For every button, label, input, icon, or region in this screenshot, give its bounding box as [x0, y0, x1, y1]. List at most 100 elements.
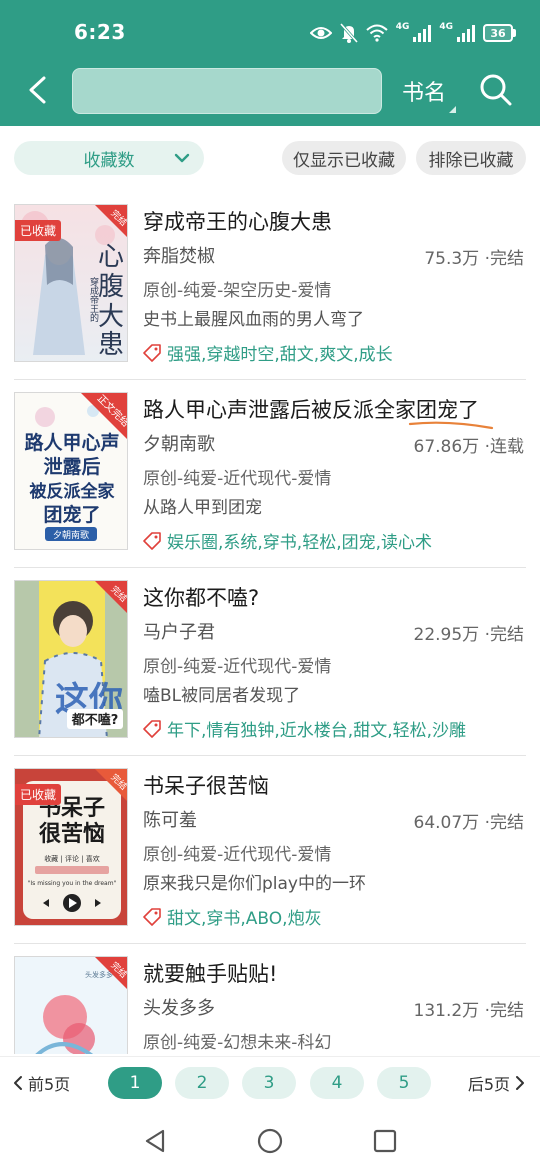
status-bar: 6:23 4G 4G 36 — [0, 0, 540, 64]
book-cover[interactable]: 心 腹 大 患 穿成帝王的 完结 已收藏 — [14, 204, 128, 362]
wifi-icon — [366, 24, 388, 42]
book-status: ·连载 — [484, 437, 524, 457]
word-count: 22.95万 — [413, 625, 480, 645]
only-collected-chip[interactable]: 仅显示已收藏 — [282, 141, 406, 175]
chevron-down-icon — [174, 153, 190, 163]
book-tags: 甜文,穿书,ABO,炮灰 — [143, 904, 322, 929]
signal-icon-2 — [457, 24, 475, 42]
nav-home-button[interactable] — [255, 1126, 285, 1156]
book-title[interactable]: 这你都不嗑? — [143, 582, 259, 612]
book-item[interactable]: 书呆子 很苦恼 收藏 | 评论 | 喜欢 "Is missing you in … — [0, 756, 540, 944]
book-item[interactable]: 路人甲心声 泄露后 被反派全家 团宠了 夕朝南歌 正文完结 路人甲心声泄露后被反… — [0, 380, 540, 568]
battery-level: 36 — [483, 24, 513, 42]
book-tags: 强强,穿越时空,甜文,爽文,成长 — [143, 340, 393, 365]
chevron-right-icon — [516, 1076, 524, 1090]
page-4-button[interactable]: 4 — [310, 1067, 364, 1099]
book-tags-text: 甜文,穿书,ABO,炮灰 — [167, 909, 322, 929]
search-input[interactable] — [73, 69, 381, 113]
book-category: 原创-纯爱-近代现代-爱情 — [143, 657, 332, 677]
page-1-button[interactable]: 1 — [108, 1067, 162, 1099]
book-cover[interactable]: 头发多多 著 完结 — [14, 956, 128, 1054]
page-2-button[interactable]: 2 — [175, 1067, 229, 1099]
status-time: 6:23 — [74, 20, 126, 44]
book-category: 原创-纯爱-幻想未来-科幻 — [143, 1033, 332, 1053]
page-5-button[interactable]: 5 — [377, 1067, 431, 1099]
search-mode-label: 书名 — [402, 81, 447, 106]
svg-text:都不嗑?: 都不嗑? — [71, 712, 119, 728]
tag-icon — [143, 531, 161, 550]
search-icon — [480, 74, 512, 106]
search-button[interactable] — [478, 72, 514, 108]
eye-icon — [309, 25, 332, 41]
signal-icon — [413, 24, 432, 42]
next-5-pages-button[interactable]: 后5页 — [468, 1071, 526, 1095]
svg-text:收藏 | 评论 | 喜欢: 收藏 | 评论 | 喜欢 — [44, 854, 100, 863]
square-recents-icon — [373, 1129, 397, 1153]
book-cover[interactable]: 书呆子 很苦恼 收藏 | 评论 | 喜欢 "Is missing you in … — [14, 768, 128, 926]
svg-text:很苦恼: 很苦恼 — [39, 821, 105, 847]
book-title[interactable]: 书呆子很苦恼 — [143, 770, 269, 800]
svg-text:腹: 腹 — [98, 272, 124, 302]
chevron-left-icon — [14, 1076, 22, 1090]
svg-text:心: 心 — [98, 242, 124, 272]
book-author[interactable]: 陈可羞 — [143, 806, 197, 832]
book-stats: 64.07万 ·完结 — [414, 808, 524, 833]
book-tags: 年下,情有独钟,近水楼台,甜文,轻松,沙雕 — [143, 716, 466, 741]
word-count: 67.86万 — [413, 437, 480, 457]
tag-icon — [143, 907, 161, 926]
search-mode-select[interactable]: 书名 — [402, 74, 446, 108]
svg-text:患: 患 — [98, 330, 124, 360]
book-status: ·完结 — [484, 813, 524, 833]
triangle-back-icon — [145, 1129, 165, 1153]
book-stats: 75.3万 ·完结 — [424, 244, 524, 269]
book-author[interactable]: 夕朝南歌 — [143, 430, 215, 456]
book-item[interactable]: 这你 都不嗑? 完结 这你都不嗑? 马户子君 22.95万 ·完结 原创-纯爱-… — [0, 568, 540, 756]
network-type-1: 4G — [395, 22, 410, 32]
word-count: 64.07万 — [413, 813, 480, 833]
nav-recents-button[interactable] — [370, 1126, 400, 1156]
book-status: ·完结 — [484, 249, 524, 269]
network-type-2: 4G — [439, 22, 453, 32]
svg-text:"Is missing you in the dream": "Is missing you in the dream" — [28, 880, 117, 887]
book-title[interactable]: 穿成帝王的心腹大患 — [143, 206, 332, 236]
sort-dropdown[interactable]: 收藏数 — [14, 141, 204, 175]
mute-icon — [339, 23, 358, 43]
app-header: 6:23 4G 4G 36 书名 — [0, 0, 540, 126]
prev-5-pages-label: 前5页 — [28, 1075, 71, 1094]
book-stats: 67.86万 ·连载 — [414, 432, 524, 457]
word-count: 131.2万 — [413, 1001, 480, 1021]
exclude-collected-chip[interactable]: 排除已收藏 — [416, 141, 526, 175]
book-author[interactable]: 头发多多 — [143, 994, 215, 1020]
search-field[interactable] — [72, 68, 382, 114]
nav-back-button[interactable] — [140, 1126, 170, 1156]
book-author[interactable]: 奔脂焚椒 — [143, 242, 215, 268]
dropdown-corner-icon — [449, 106, 456, 113]
prev-5-pages-button[interactable]: 前5页 — [12, 1071, 70, 1095]
page-3-button[interactable]: 3 — [242, 1067, 296, 1099]
book-desc: 从路人甲到团宠 — [143, 498, 262, 518]
book-status: ·完结 — [484, 625, 524, 645]
book-status: ·完结 — [484, 1001, 524, 1021]
status-icons: 4G 4G 36 — [309, 20, 516, 46]
svg-text:被反派全家: 被反派全家 — [30, 481, 115, 502]
book-cover[interactable]: 这你 都不嗑? 完结 — [14, 580, 128, 738]
sort-label: 收藏数 — [83, 150, 135, 171]
book-tags-text: 娱乐圈,系统,穿书,轻松,团宠,读心术 — [167, 533, 433, 553]
svg-text:团宠了: 团宠了 — [43, 503, 100, 526]
book-list: 心 腹 大 患 穿成帝王的 完结 已收藏 穿成帝王的心腹大患 奔脂焚椒 75.3… — [0, 192, 540, 1054]
tag-icon — [143, 343, 161, 362]
book-title[interactable]: 就要触手贴贴! — [143, 958, 277, 988]
next-5-pages-label: 后5页 — [467, 1075, 510, 1094]
back-button[interactable] — [20, 70, 54, 110]
chevron-left-icon — [29, 76, 46, 104]
book-author[interactable]: 马户子君 — [143, 618, 215, 644]
book-category: 原创-纯爱-近代现代-爱情 — [143, 469, 332, 489]
system-nav-bar — [0, 1110, 540, 1170]
book-item[interactable]: 心 腹 大 患 穿成帝王的 完结 已收藏 穿成帝王的心腹大患 奔脂焚椒 75.3… — [0, 192, 540, 380]
svg-text:路人甲心声: 路人甲心声 — [24, 431, 119, 454]
book-item[interactable]: 头发多多 著 完结 就要触手贴贴! 头发多多 131.2万 ·完结 原创-纯爱-… — [0, 944, 540, 1054]
book-tags: 娱乐圈,系统,穿书,轻松,团宠,读心术 — [143, 528, 432, 553]
book-category: 原创-纯爱-架空历史-爱情 — [143, 281, 332, 301]
svg-text:泄露后: 泄露后 — [43, 455, 100, 478]
book-cover[interactable]: 路人甲心声 泄露后 被反派全家 团宠了 夕朝南歌 正文完结 — [14, 392, 128, 550]
